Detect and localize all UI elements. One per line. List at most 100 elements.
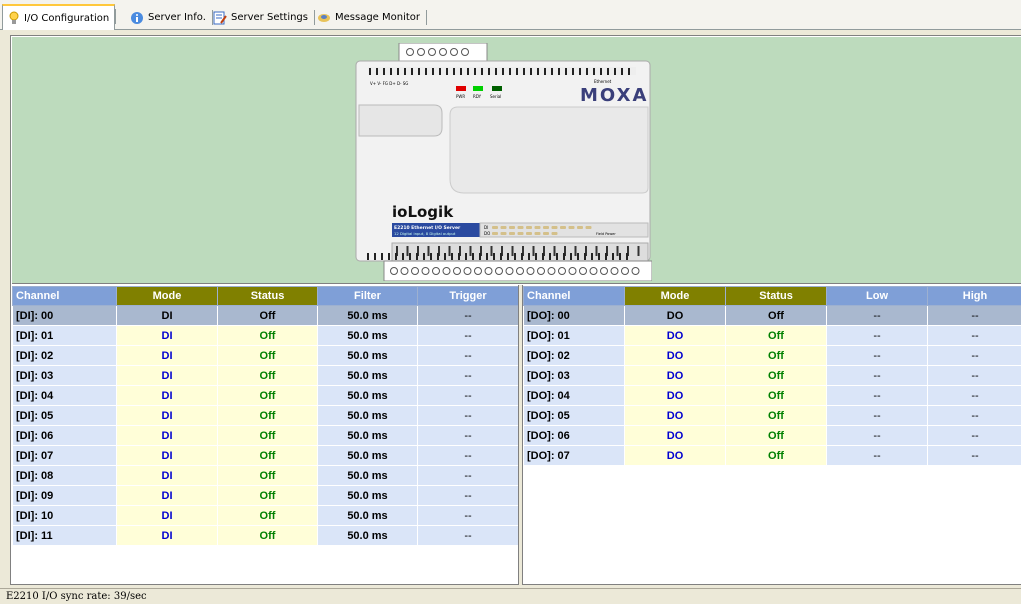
filter-cell[interactable]: 50.0 ms [317, 385, 418, 406]
channel-cell[interactable]: [DO]: 03 [523, 365, 625, 386]
table-row[interactable]: [DI]: 02 DI Off 50.0 ms -- [12, 345, 519, 366]
mode-cell[interactable]: DO [624, 385, 726, 406]
low-cell[interactable]: -- [826, 405, 928, 426]
status-cell[interactable]: Off [217, 385, 318, 406]
mode-cell[interactable]: DI [116, 405, 218, 426]
mode-cell[interactable]: DI [116, 425, 218, 446]
mode-cell[interactable]: DI [116, 365, 218, 386]
col-status[interactable]: Status [217, 286, 318, 306]
mode-cell[interactable]: DI [116, 505, 218, 526]
trigger-cell[interactable]: -- [417, 365, 519, 386]
channel-cell[interactable]: [DO]: 01 [523, 325, 625, 346]
table-row[interactable]: [DO]: 03 DO Off -- -- [523, 365, 1021, 386]
high-cell[interactable]: -- [927, 305, 1021, 326]
channel-cell[interactable]: [DI]: 00 [12, 305, 117, 326]
mode-cell[interactable]: DI [116, 525, 218, 546]
status-cell[interactable]: Off [217, 365, 318, 386]
filter-cell[interactable]: 50.0 ms [317, 325, 418, 346]
status-cell[interactable]: Off [217, 305, 318, 326]
filter-cell[interactable]: 50.0 ms [317, 505, 418, 526]
status-cell[interactable]: Off [217, 325, 318, 346]
table-row[interactable]: [DO]: 04 DO Off -- -- [523, 385, 1021, 406]
low-cell[interactable]: -- [826, 325, 928, 346]
mode-cell[interactable]: DO [624, 405, 726, 426]
col-channel[interactable]: Channel [523, 286, 625, 306]
channel-cell[interactable]: [DI]: 08 [12, 465, 117, 486]
trigger-cell[interactable]: -- [417, 325, 519, 346]
mode-cell[interactable]: DO [624, 345, 726, 366]
col-trigger[interactable]: Trigger [417, 286, 519, 306]
channel-cell[interactable]: [DI]: 07 [12, 445, 117, 466]
status-cell[interactable]: Off [217, 465, 318, 486]
col-status[interactable]: Status [725, 286, 827, 306]
col-filter[interactable]: Filter [317, 286, 418, 306]
channel-cell[interactable]: [DO]: 06 [523, 425, 625, 446]
low-cell[interactable]: -- [826, 385, 928, 406]
filter-cell[interactable]: 50.0 ms [317, 465, 418, 486]
low-cell[interactable]: -- [826, 365, 928, 386]
table-row[interactable]: [DI]: 09 DI Off 50.0 ms -- [12, 485, 519, 506]
table-row[interactable]: [DO]: 06 DO Off -- -- [523, 425, 1021, 446]
table-row[interactable]: [DI]: 04 DI Off 50.0 ms -- [12, 385, 519, 406]
status-cell[interactable]: Off [725, 325, 827, 346]
channel-cell[interactable]: [DI]: 01 [12, 325, 117, 346]
table-row[interactable]: [DO]: 02 DO Off -- -- [523, 345, 1021, 366]
status-cell[interactable]: Off [725, 425, 827, 446]
col-channel[interactable]: Channel [12, 286, 117, 306]
channel-cell[interactable]: [DI]: 02 [12, 345, 117, 366]
status-cell[interactable]: Off [725, 445, 827, 466]
table-row[interactable]: [DO]: 07 DO Off -- -- [523, 445, 1021, 466]
tab-server-info[interactable]: Server Info. [125, 7, 213, 28]
table-row[interactable]: [DI]: 08 DI Off 50.0 ms -- [12, 465, 519, 486]
status-cell[interactable]: Off [725, 305, 827, 326]
channel-cell[interactable]: [DO]: 00 [523, 305, 625, 326]
filter-cell[interactable]: 50.0 ms [317, 365, 418, 386]
high-cell[interactable]: -- [927, 445, 1021, 466]
high-cell[interactable]: -- [927, 425, 1021, 446]
channel-cell[interactable]: [DO]: 02 [523, 345, 625, 366]
filter-cell[interactable]: 50.0 ms [317, 445, 418, 466]
col-mode[interactable]: Mode [624, 286, 726, 306]
status-cell[interactable]: Off [217, 525, 318, 546]
col-high[interactable]: High [927, 286, 1021, 306]
trigger-cell[interactable]: -- [417, 465, 519, 486]
channel-cell[interactable]: [DO]: 04 [523, 385, 625, 406]
table-row[interactable]: [DI]: 07 DI Off 50.0 ms -- [12, 445, 519, 466]
status-cell[interactable]: Off [725, 405, 827, 426]
status-cell[interactable]: Off [217, 485, 318, 506]
channel-cell[interactable]: [DI]: 03 [12, 365, 117, 386]
mode-cell[interactable]: DI [116, 305, 218, 326]
status-cell[interactable]: Off [217, 405, 318, 426]
table-row[interactable]: [DI]: 00 DI Off 50.0 ms -- [12, 305, 519, 326]
high-cell[interactable]: -- [927, 385, 1021, 406]
channel-cell[interactable]: [DI]: 11 [12, 525, 117, 546]
mode-cell[interactable]: DI [116, 345, 218, 366]
low-cell[interactable]: -- [826, 445, 928, 466]
low-cell[interactable]: -- [826, 305, 928, 326]
trigger-cell[interactable]: -- [417, 525, 519, 546]
filter-cell[interactable]: 50.0 ms [317, 345, 418, 366]
trigger-cell[interactable]: -- [417, 445, 519, 466]
mode-cell[interactable]: DI [116, 445, 218, 466]
mode-cell[interactable]: DO [624, 365, 726, 386]
channel-cell[interactable]: [DO]: 07 [523, 445, 625, 466]
status-cell[interactable]: Off [217, 425, 318, 446]
status-cell[interactable]: Off [217, 505, 318, 526]
low-cell[interactable]: -- [826, 345, 928, 366]
trigger-cell[interactable]: -- [417, 405, 519, 426]
col-low[interactable]: Low [826, 286, 928, 306]
table-row[interactable]: [DI]: 03 DI Off 50.0 ms -- [12, 365, 519, 386]
channel-cell[interactable]: [DI]: 06 [12, 425, 117, 446]
col-mode[interactable]: Mode [116, 286, 218, 306]
trigger-cell[interactable]: -- [417, 385, 519, 406]
table-row[interactable]: [DI]: 10 DI Off 50.0 ms -- [12, 505, 519, 526]
status-cell[interactable]: Off [217, 445, 318, 466]
tab-server-settings[interactable]: Server Settings [208, 7, 315, 28]
mode-cell[interactable]: DI [116, 385, 218, 406]
channel-cell[interactable]: [DO]: 05 [523, 405, 625, 426]
status-cell[interactable]: Off [725, 365, 827, 386]
low-cell[interactable]: -- [826, 425, 928, 446]
filter-cell[interactable]: 50.0 ms [317, 305, 418, 326]
channel-cell[interactable]: [DI]: 04 [12, 385, 117, 406]
table-row[interactable]: [DO]: 01 DO Off -- -- [523, 325, 1021, 346]
